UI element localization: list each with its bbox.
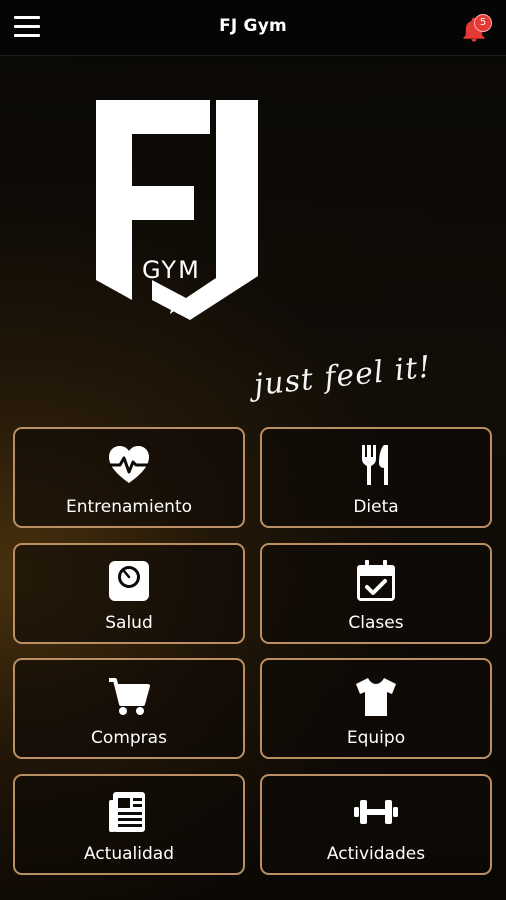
tile-compras[interactable]: Compras xyxy=(13,658,245,759)
tile-actividades[interactable]: Actividades xyxy=(260,774,492,875)
tile-dieta[interactable]: Dieta xyxy=(260,427,492,528)
tile-label: Clases xyxy=(348,613,404,633)
svg-text:GYM: GYM xyxy=(142,256,201,284)
tile-actualidad[interactable]: Actualidad xyxy=(13,774,245,875)
fork-knife-icon xyxy=(362,445,388,485)
tile-salud[interactable]: Salud xyxy=(13,543,245,644)
tile-label: Equipo xyxy=(346,728,406,748)
tile-label: Entrenamiento xyxy=(65,497,193,517)
tile-clases[interactable]: Clases xyxy=(260,543,492,644)
tile-label: Dieta xyxy=(353,497,399,517)
t-shirt-icon xyxy=(356,678,396,716)
tile-equipo[interactable]: Equipo xyxy=(260,658,492,759)
notification-badge: 5 xyxy=(474,14,492,32)
tile-label: Salud xyxy=(105,613,153,633)
heartbeat-icon xyxy=(109,446,149,483)
weight-scale-icon xyxy=(109,561,149,601)
notifications-button[interactable]: 5 xyxy=(460,14,492,44)
fj-gym-logo: GYM ★ xyxy=(96,100,258,320)
tile-label: Actualidad xyxy=(84,844,174,864)
tile-label: Actividades xyxy=(326,844,426,864)
calendar-check-icon xyxy=(357,560,395,601)
newspaper-icon xyxy=(109,792,145,832)
tile-entrenamiento[interactable]: Entrenamiento xyxy=(13,427,245,528)
tile-label: Compras xyxy=(91,728,167,748)
shopping-cart-icon xyxy=(109,678,150,715)
main-content: GYM ★ just feel it! Entrenamiento Dieta … xyxy=(0,56,506,900)
app-title: FJ Gym xyxy=(219,16,287,36)
app-bar: FJ Gym 5 xyxy=(0,0,506,56)
svg-text:★: ★ xyxy=(166,298,182,319)
dumbbell-icon xyxy=(354,800,398,824)
